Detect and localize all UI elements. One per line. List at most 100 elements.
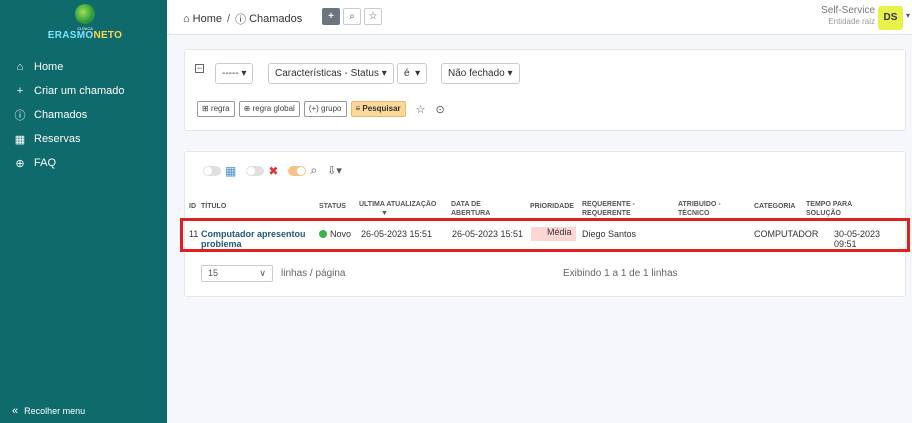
breadcrumb-tickets[interactable]: Chamados xyxy=(249,13,302,25)
page-size-value: 15 xyxy=(208,268,219,278)
calendar-icon: ▦ xyxy=(14,133,26,146)
sidebar-item-home[interactable]: ⌂ Home xyxy=(0,55,167,79)
help-circle-icon: ⊕ xyxy=(15,157,25,170)
star-icon[interactable]: ☆ xyxy=(416,103,426,116)
field-selector-dropdown[interactable]: ----- ▾ xyxy=(215,63,254,84)
cell-last-update: 26-05-2023 15:51 xyxy=(361,229,433,239)
sidebar: CLÍNICA ERASMONETO ⌂ Home + Criar um cha… xyxy=(0,0,167,423)
sidebar-nav: ⌂ Home + Criar um chamado ⓘ Chamados ▦ R… xyxy=(0,55,167,175)
alert-circle-icon: ⓘ xyxy=(14,110,26,122)
cell-id: 11 xyxy=(189,229,199,239)
search-icon: ⌕ xyxy=(310,163,318,177)
collapse-menu-label: Recolher menu xyxy=(24,406,86,416)
criteria-value-dropdown[interactable]: Não fechado ▾ xyxy=(441,63,520,84)
sidebar-item-create-ticket[interactable]: + Criar um chamado xyxy=(0,79,167,103)
results-count: Exibindo 1 a 1 de 1 linhas xyxy=(563,268,678,279)
sidebar-item-label: Criar um chamado xyxy=(34,85,125,97)
search-toggle-switch[interactable] xyxy=(288,165,307,176)
priority-badge: Média xyxy=(531,227,576,241)
trash-icon: ✖ xyxy=(268,163,279,178)
cell-category: COMPUTADOR xyxy=(754,229,819,239)
criteria-value-text: Não fechado xyxy=(448,68,505,79)
add-global-rule-label: regra global xyxy=(252,104,295,113)
sidebar-item-label: FAQ xyxy=(34,157,57,169)
col-category[interactable]: CATEGORIA xyxy=(754,202,795,211)
home-icon: ⌂ xyxy=(183,13,190,25)
col-id[interactable]: ID xyxy=(189,202,196,211)
breadcrumb-separator: / xyxy=(227,13,231,25)
field-selector-value: ----- xyxy=(222,68,239,79)
home-icon: ⌂ xyxy=(16,61,24,73)
sidebar-item-reservations[interactable]: ▦ Reservas xyxy=(0,127,167,151)
search-submit-label: Pesquisar xyxy=(362,104,401,113)
criteria-field-value: Características - Status xyxy=(275,68,379,79)
status-dot-icon xyxy=(319,230,327,238)
cell-requester: Diego Santos xyxy=(582,229,637,239)
add-group-label: grupo xyxy=(321,104,342,113)
logo[interactable]: CLÍNICA ERASMONETO xyxy=(46,4,124,46)
logo-brand-b: NETO xyxy=(93,30,123,41)
export-icon[interactable]: ⇩▾ xyxy=(327,164,342,177)
double-chevron-left-icon: « xyxy=(12,405,19,417)
entity-info[interactable]: Self-Service Entidade raiz xyxy=(821,5,875,27)
search-criteria-panel: − ----- ▾ Características - Status ▾ é ▾… xyxy=(184,49,906,131)
criteria-field-dropdown[interactable]: Características - Status ▾ xyxy=(268,63,394,84)
col-priority[interactable]: PRIORIDADE xyxy=(530,202,574,211)
table-row[interactable]: 11 Computador apresentou problema Novo 2… xyxy=(185,223,905,253)
search-submit-button[interactable]: ≡ Pesquisar xyxy=(350,101,406,117)
chevron-down-icon[interactable]: ▾ xyxy=(906,11,910,20)
avatar[interactable]: DS xyxy=(878,6,903,30)
map-toggle-switch[interactable] xyxy=(203,165,221,176)
breadcrumb-home[interactable]: Home xyxy=(193,13,222,25)
add-rule-button[interactable]: ⊞ regra xyxy=(197,101,235,117)
sort-desc-icon: ▼ xyxy=(381,210,388,217)
bookmark-star-button[interactable]: ☆ xyxy=(364,8,382,25)
entity-name: Entidade raiz xyxy=(828,17,875,26)
col-opening-date[interactable]: DATA DE ABERTURA xyxy=(451,200,501,218)
chevron-down-icon: ∨ xyxy=(259,268,266,278)
col-last-update-label: ÚLTIMA ATUALIZAÇÃO xyxy=(359,201,437,208)
col-last-update[interactable]: ÚLTIMA ATUALIZAÇÃO ▼ xyxy=(359,200,447,218)
pagination: 15 ∨ linhas / página xyxy=(201,265,346,282)
add-group-button[interactable]: (+) grupo xyxy=(303,101,347,117)
add-ticket-button[interactable]: + xyxy=(322,8,340,25)
sidebar-item-label: Reservas xyxy=(34,133,81,145)
collapse-criteria-icon[interactable]: − xyxy=(195,64,204,73)
top-header: ⌂ Home / ⓘ Chamados + ⌕ ☆ Self-Service E… xyxy=(167,0,912,35)
logo-brand: ERASMONETO xyxy=(46,31,124,41)
plus-icon: + xyxy=(16,85,24,97)
collapse-menu-button[interactable]: « Recolher menu xyxy=(12,405,85,417)
page-size-label: linhas / página xyxy=(281,268,346,279)
col-status[interactable]: STATUS xyxy=(319,202,346,211)
status-label: Novo xyxy=(330,229,352,239)
col-requester[interactable]: REQUERENTE - REQUERENTE xyxy=(582,200,648,218)
trash-toggle-switch[interactable] xyxy=(246,165,265,176)
add-rule-label: regra xyxy=(210,104,230,113)
header-actions: + ⌕ ☆ xyxy=(322,8,382,25)
search-button[interactable]: ⌕ xyxy=(343,8,361,25)
ticket-title-link[interactable]: Computador apresentou problema xyxy=(201,229,311,249)
criteria-operator-dropdown[interactable]: é ▾ xyxy=(397,63,428,84)
reset-circle-icon[interactable]: ⊙ xyxy=(436,103,445,116)
map-icon: ▦ xyxy=(225,163,237,178)
sidebar-item-tickets[interactable]: ⓘ Chamados xyxy=(0,103,167,127)
criteria-operator-value: é xyxy=(404,68,410,79)
col-assigned[interactable]: ATRIBUÍDO - TÉCNICO xyxy=(678,200,728,218)
sidebar-item-label: Home xyxy=(34,61,64,73)
cell-opening-date: 26-05-2023 15:51 xyxy=(452,229,524,239)
col-solve-time[interactable]: TEMPO PARA SOLUÇÃO xyxy=(806,200,866,218)
cell-solve-time: 30-05-2023 09:51 xyxy=(834,229,881,249)
results-toolbar: ▦ ✖ ⌕ ⇩▾ xyxy=(203,163,342,178)
breadcrumb: ⌂ Home / ⓘ Chamados xyxy=(183,11,302,27)
criteria-actions: ⊞ regra ⊕ regra global (+) grupo ≡ Pesqu… xyxy=(197,101,445,117)
sidebar-item-faq[interactable]: ⊕ FAQ xyxy=(0,151,167,175)
logo-globe-icon xyxy=(75,4,95,24)
results-panel: ▦ ✖ ⌕ ⇩▾ ID TÍTULO STATUS ÚLTIMA ATUALIZ… xyxy=(184,151,906,297)
add-global-rule-button[interactable]: ⊕ regra global xyxy=(238,101,300,117)
alert-circle-icon: ⓘ xyxy=(235,14,247,26)
col-title[interactable]: TÍTULO xyxy=(201,202,226,211)
page-size-select[interactable]: 15 ∨ xyxy=(201,265,273,282)
cell-status: Novo xyxy=(319,229,351,239)
profile-name: Self-Service xyxy=(821,5,875,16)
sidebar-item-label: Chamados xyxy=(34,109,88,121)
